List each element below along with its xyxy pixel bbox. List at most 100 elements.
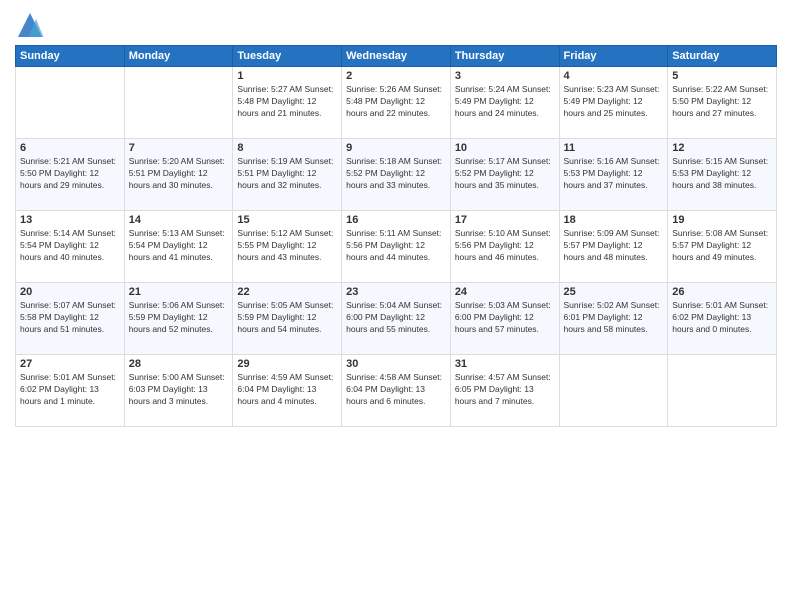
header-day-monday: Monday xyxy=(124,46,233,67)
day-info: Sunrise: 5:02 AM Sunset: 6:01 PM Dayligh… xyxy=(564,300,664,336)
calendar-cell xyxy=(559,355,668,427)
calendar-week-4: 20 Sunrise: 5:07 AM Sunset: 5:58 PM Dayli… xyxy=(16,283,777,355)
calendar-cell: 1 Sunrise: 5:27 AM Sunset: 5:48 PM Daylig… xyxy=(233,67,342,139)
day-info: Sunrise: 5:09 AM Sunset: 5:57 PM Dayligh… xyxy=(564,228,664,264)
day-info: Sunrise: 5:20 AM Sunset: 5:51 PM Dayligh… xyxy=(129,156,229,192)
header-day-saturday: Saturday xyxy=(668,46,777,67)
calendar-cell: 15Sunrise: 5:12 AM Sunset: 5:55 PM Dayli… xyxy=(233,211,342,283)
day-info: Sunrise: 5:24 AM Sunset: 5:49 PM Dayligh… xyxy=(455,84,555,120)
calendar-cell: 30 Sunrise: 4:58 AM Sunset: 6:04 PM Dayli… xyxy=(342,355,451,427)
day-number: 12 xyxy=(672,142,772,154)
page-container: SundayMondayTuesdayWednesdayThursdayFrid… xyxy=(0,0,792,437)
day-number: 9 xyxy=(346,142,446,154)
day-number: 4 xyxy=(564,70,664,82)
calendar-table: SundayMondayTuesdayWednesdayThursdayFrid… xyxy=(15,45,777,427)
calendar-cell: 8 Sunrise: 5:19 AM Sunset: 5:51 PM Daylig… xyxy=(233,139,342,211)
day-number: 7 xyxy=(129,142,229,154)
day-number: 13 xyxy=(20,214,120,226)
day-info: Sunrise: 4:59 AM Sunset: 6:04 PM Dayligh… xyxy=(237,372,337,408)
day-number: 5 xyxy=(672,70,772,82)
day-number: 16 xyxy=(346,214,446,226)
calendar-cell xyxy=(124,67,233,139)
day-number: 19 xyxy=(672,214,772,226)
day-info: Sunrise: 5:18 AM Sunset: 5:52 PM Dayligh… xyxy=(346,156,446,192)
calendar-cell xyxy=(16,67,125,139)
calendar-cell: 3 Sunrise: 5:24 AM Sunset: 5:49 PM Daylig… xyxy=(450,67,559,139)
calendar-week-5: 27 Sunrise: 5:01 AM Sunset: 6:02 PM Dayli… xyxy=(16,355,777,427)
header xyxy=(15,10,777,40)
calendar-cell: 25 Sunrise: 5:02 AM Sunset: 6:01 PM Dayli… xyxy=(559,283,668,355)
day-info: Sunrise: 4:58 AM Sunset: 6:04 PM Dayligh… xyxy=(346,372,446,408)
day-info: Sunrise: 5:13 AM Sunset: 5:54 PM Dayligh… xyxy=(129,228,229,264)
calendar-cell: 5 Sunrise: 5:22 AM Sunset: 5:50 PM Daylig… xyxy=(668,67,777,139)
day-number: 20 xyxy=(20,286,120,298)
day-number: 6 xyxy=(20,142,120,154)
calendar-cell: 28Sunrise: 5:00 AM Sunset: 6:03 PM Dayli… xyxy=(124,355,233,427)
day-info: Sunrise: 5:11 AM Sunset: 5:56 PM Dayligh… xyxy=(346,228,446,264)
day-number: 3 xyxy=(455,70,555,82)
day-info: Sunrise: 5:07 AM Sunset: 5:58 PM Dayligh… xyxy=(20,300,120,336)
day-number: 27 xyxy=(20,358,120,370)
day-number: 30 xyxy=(346,358,446,370)
calendar-cell: 13 Sunrise: 5:14 AM Sunset: 5:54 PM Dayli… xyxy=(16,211,125,283)
calendar-cell: 12 Sunrise: 5:15 AM Sunset: 5:53 PM Dayli… xyxy=(668,139,777,211)
day-info: Sunrise: 5:05 AM Sunset: 5:59 PM Dayligh… xyxy=(237,300,337,336)
calendar-week-2: 6 Sunrise: 5:21 AM Sunset: 5:50 PM Daylig… xyxy=(16,139,777,211)
header-day-thursday: Thursday xyxy=(450,46,559,67)
calendar-cell: 11Sunrise: 5:16 AM Sunset: 5:53 PM Dayli… xyxy=(559,139,668,211)
header-day-friday: Friday xyxy=(559,46,668,67)
day-number: 24 xyxy=(455,286,555,298)
calendar-cell: 26 Sunrise: 5:01 AM Sunset: 6:02 PM Dayli… xyxy=(668,283,777,355)
day-number: 31 xyxy=(455,358,555,370)
day-number: 1 xyxy=(237,70,337,82)
day-info: Sunrise: 5:22 AM Sunset: 5:50 PM Dayligh… xyxy=(672,84,772,120)
calendar-cell: 21 Sunrise: 5:06 AM Sunset: 5:59 PM Dayli… xyxy=(124,283,233,355)
day-number: 14 xyxy=(129,214,229,226)
calendar-cell: 16 Sunrise: 5:11 AM Sunset: 5:56 PM Dayli… xyxy=(342,211,451,283)
day-info: Sunrise: 5:23 AM Sunset: 5:49 PM Dayligh… xyxy=(564,84,664,120)
calendar-header-row: SundayMondayTuesdayWednesdayThursdayFrid… xyxy=(16,46,777,67)
header-day-tuesday: Tuesday xyxy=(233,46,342,67)
day-info: Sunrise: 5:06 AM Sunset: 5:59 PM Dayligh… xyxy=(129,300,229,336)
calendar-week-3: 13 Sunrise: 5:14 AM Sunset: 5:54 PM Dayli… xyxy=(16,211,777,283)
day-number: 8 xyxy=(237,142,337,154)
day-info: Sunrise: 5:26 AM Sunset: 5:48 PM Dayligh… xyxy=(346,84,446,120)
day-info: Sunrise: 5:01 AM Sunset: 6:02 PM Dayligh… xyxy=(20,372,120,408)
header-day-wednesday: Wednesday xyxy=(342,46,451,67)
day-info: Sunrise: 5:14 AM Sunset: 5:54 PM Dayligh… xyxy=(20,228,120,264)
day-info: Sunrise: 5:04 AM Sunset: 6:00 PM Dayligh… xyxy=(346,300,446,336)
day-info: Sunrise: 4:57 AM Sunset: 6:05 PM Dayligh… xyxy=(455,372,555,408)
calendar-cell: 18Sunrise: 5:09 AM Sunset: 5:57 PM Dayli… xyxy=(559,211,668,283)
day-info: Sunrise: 5:17 AM Sunset: 5:52 PM Dayligh… xyxy=(455,156,555,192)
day-info: Sunrise: 5:10 AM Sunset: 5:56 PM Dayligh… xyxy=(455,228,555,264)
calendar-cell: 7 Sunrise: 5:20 AM Sunset: 5:51 PM Daylig… xyxy=(124,139,233,211)
calendar-cell: 14 Sunrise: 5:13 AM Sunset: 5:54 PM Dayli… xyxy=(124,211,233,283)
day-info: Sunrise: 5:01 AM Sunset: 6:02 PM Dayligh… xyxy=(672,300,772,336)
calendar-cell: 29 Sunrise: 4:59 AM Sunset: 6:04 PM Dayli… xyxy=(233,355,342,427)
day-number: 22 xyxy=(237,286,337,298)
day-info: Sunrise: 5:00 AM Sunset: 6:03 PM Dayligh… xyxy=(129,372,229,408)
day-info: Sunrise: 5:27 AM Sunset: 5:48 PM Dayligh… xyxy=(237,84,337,120)
day-info: Sunrise: 5:19 AM Sunset: 5:51 PM Dayligh… xyxy=(237,156,337,192)
day-info: Sunrise: 5:21 AM Sunset: 5:50 PM Dayligh… xyxy=(20,156,120,192)
day-info: Sunrise: 5:08 AM Sunset: 5:57 PM Dayligh… xyxy=(672,228,772,264)
logo-icon xyxy=(15,10,45,40)
calendar-cell: 20 Sunrise: 5:07 AM Sunset: 5:58 PM Dayli… xyxy=(16,283,125,355)
calendar-cell xyxy=(668,355,777,427)
calendar-cell: 17Sunrise: 5:10 AM Sunset: 5:56 PM Dayli… xyxy=(450,211,559,283)
day-number: 11 xyxy=(564,142,664,154)
day-number: 29 xyxy=(237,358,337,370)
calendar-week-1: 1 Sunrise: 5:27 AM Sunset: 5:48 PM Daylig… xyxy=(16,67,777,139)
calendar-cell: 24Sunrise: 5:03 AM Sunset: 6:00 PM Dayli… xyxy=(450,283,559,355)
header-day-sunday: Sunday xyxy=(16,46,125,67)
calendar-cell: 2Sunrise: 5:26 AM Sunset: 5:48 PM Daylig… xyxy=(342,67,451,139)
calendar-cell: 10Sunrise: 5:17 AM Sunset: 5:52 PM Dayli… xyxy=(450,139,559,211)
day-info: Sunrise: 5:15 AM Sunset: 5:53 PM Dayligh… xyxy=(672,156,772,192)
day-number: 21 xyxy=(129,286,229,298)
day-number: 26 xyxy=(672,286,772,298)
day-number: 25 xyxy=(564,286,664,298)
calendar-cell: 31 Sunrise: 4:57 AM Sunset: 6:05 PM Dayli… xyxy=(450,355,559,427)
calendar-cell: 19 Sunrise: 5:08 AM Sunset: 5:57 PM Dayli… xyxy=(668,211,777,283)
logo xyxy=(15,10,49,40)
calendar-cell: 22 Sunrise: 5:05 AM Sunset: 5:59 PM Dayli… xyxy=(233,283,342,355)
